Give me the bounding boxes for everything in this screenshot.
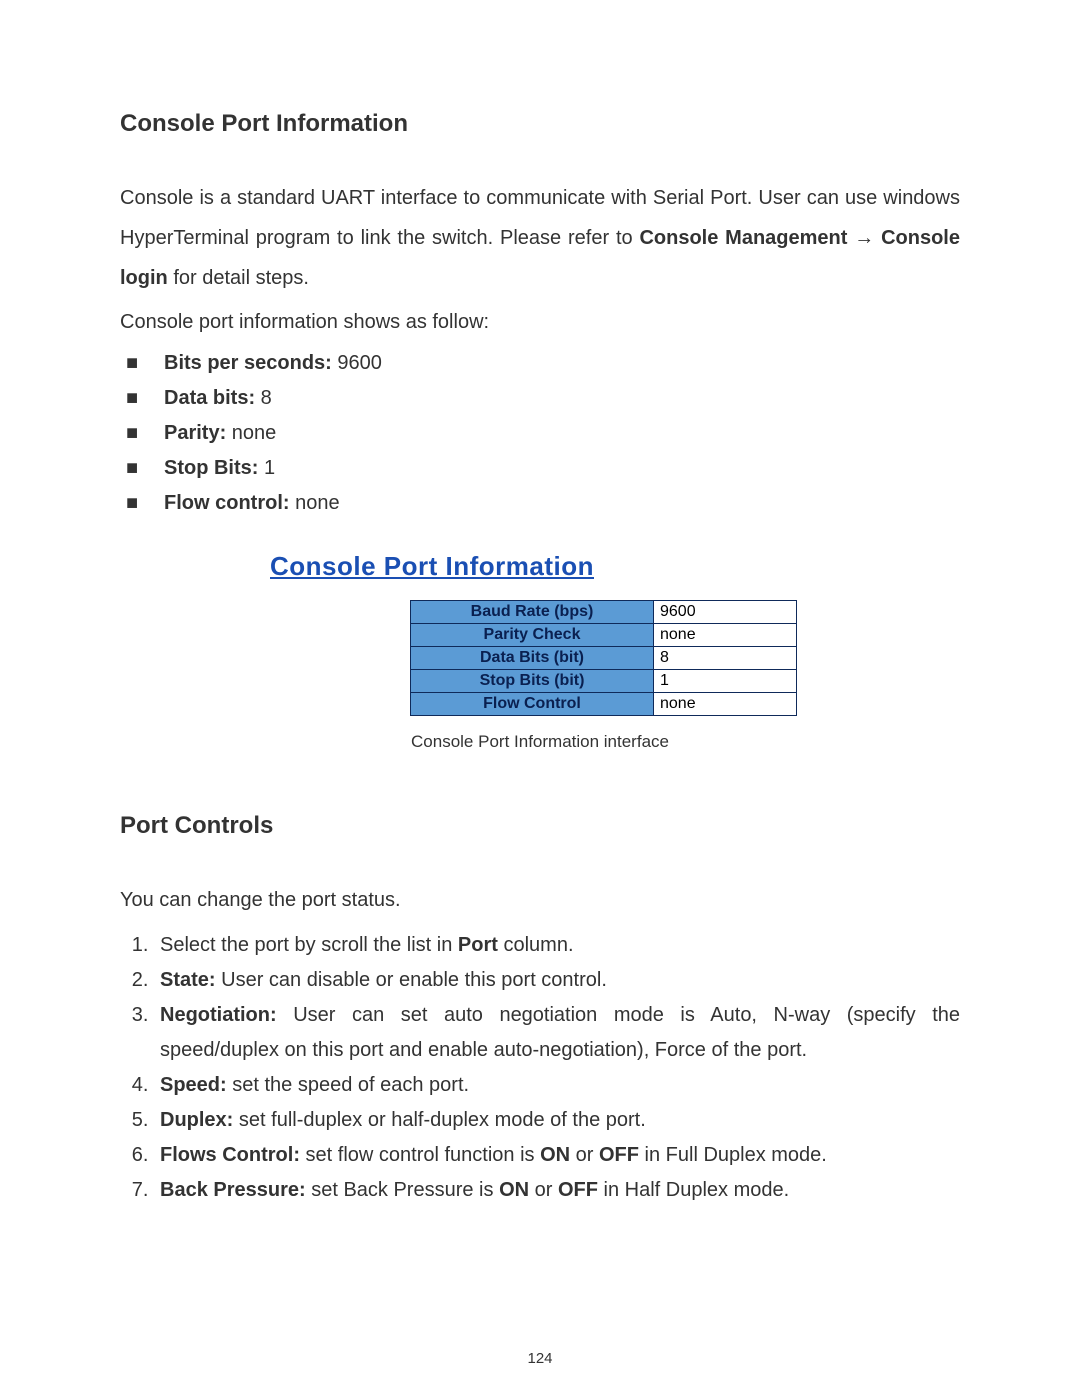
text-bold: OFF (558, 1179, 598, 1201)
text: User can disable or enable this port con… (216, 969, 607, 991)
list-item: Flow control: none (120, 486, 960, 521)
screenshot-title: Console Port Information (270, 551, 810, 582)
text-bold: State: (160, 969, 216, 991)
text: set flow control function is (300, 1144, 540, 1166)
list-item: Parity: none (120, 416, 960, 451)
text-bold: Speed: (160, 1074, 227, 1096)
list-item: State: User can disable or enable this p… (154, 963, 960, 998)
text-bold: Back Pressure: (160, 1179, 306, 1201)
list-item: Stop Bits: 1 (120, 451, 960, 486)
cell-value: none (654, 693, 797, 716)
list-item-value: none (290, 492, 340, 514)
table-row: Parity Check none (411, 624, 797, 647)
text-bold: Port (458, 934, 498, 956)
list-item: Data bits: 8 (120, 381, 960, 416)
text-bold: ON (499, 1179, 529, 1201)
list-item: Speed: set the speed of each port. (154, 1068, 960, 1103)
table-row: Stop Bits (bit) 1 (411, 670, 797, 693)
list-item-label: Bits per seconds: (164, 352, 332, 374)
text-bold: Negotiation: (160, 1004, 277, 1026)
cell-value: 1 (654, 670, 797, 693)
list-item-value: 1 (258, 457, 275, 479)
page-number: 124 (0, 1350, 1080, 1367)
text: or (570, 1144, 599, 1166)
text-bold: Flows Control: (160, 1144, 300, 1166)
text: User can set auto negotiation mode is Au… (160, 1004, 960, 1061)
figure-caption: Console Port Information interface (120, 732, 960, 752)
list-item: Bits per seconds: 9600 (120, 346, 960, 381)
text: Select the port by scroll the list in (160, 934, 458, 956)
ordered-list: Select the port by scroll the list in Po… (120, 928, 960, 1208)
text: in Full Duplex mode. (639, 1144, 827, 1166)
heading-console-port-information: Console Port Information (120, 110, 960, 138)
list-item-label: Stop Bits: (164, 457, 258, 479)
document-page: Console Port Information Console is a st… (0, 0, 1080, 1397)
cell-value: 8 (654, 647, 797, 670)
list-item-label: Data bits: (164, 387, 255, 409)
table-row: Flow Control none (411, 693, 797, 716)
cell-label: Data Bits (bit) (411, 647, 654, 670)
text-bold: ON (540, 1144, 570, 1166)
embedded-screenshot: Console Port Information Baud Rate (bps)… (270, 551, 810, 716)
text: in Half Duplex mode. (598, 1179, 789, 1201)
paragraph: Console is a standard UART interface to … (120, 178, 960, 298)
list-item-label: Flow control: (164, 492, 290, 514)
bullet-list: Bits per seconds: 9600 Data bits: 8 Pari… (120, 346, 960, 521)
text: set full-duplex or half-duplex mode of t… (233, 1109, 645, 1131)
list-item: Negotiation: User can set auto negotiati… (154, 998, 960, 1068)
list-item: Select the port by scroll the list in Po… (154, 928, 960, 963)
list-item: Flows Control: set flow control function… (154, 1138, 960, 1173)
list-item-value: 9600 (332, 352, 382, 374)
list-item-label: Parity: (164, 422, 226, 444)
heading-port-controls: Port Controls (120, 812, 960, 840)
text-bold: Duplex: (160, 1109, 233, 1131)
list-item: Back Pressure: set Back Pressure is ON o… (154, 1173, 960, 1208)
text: set Back Pressure is (306, 1179, 499, 1201)
cell-value: none (654, 624, 797, 647)
table-row: Data Bits (bit) 8 (411, 647, 797, 670)
text: set the speed of each port. (227, 1074, 469, 1096)
list-item: Duplex: set full-duplex or half-duplex m… (154, 1103, 960, 1138)
text: column. (498, 934, 574, 956)
text-bold: OFF (599, 1144, 639, 1166)
cell-value: 9600 (654, 601, 797, 624)
text: or (529, 1179, 558, 1201)
table-row: Baud Rate (bps) 9600 (411, 601, 797, 624)
cell-label: Stop Bits (bit) (411, 670, 654, 693)
console-port-table: Baud Rate (bps) 9600 Parity Check none D… (410, 600, 797, 716)
cell-label: Parity Check (411, 624, 654, 647)
text: for detail steps. (168, 267, 309, 289)
cell-label: Baud Rate (bps) (411, 601, 654, 624)
paragraph: You can change the port status. (120, 880, 960, 920)
paragraph: Console port information shows as follow… (120, 302, 960, 342)
list-item-value: none (226, 422, 276, 444)
cell-label: Flow Control (411, 693, 654, 716)
list-item-value: 8 (255, 387, 272, 409)
